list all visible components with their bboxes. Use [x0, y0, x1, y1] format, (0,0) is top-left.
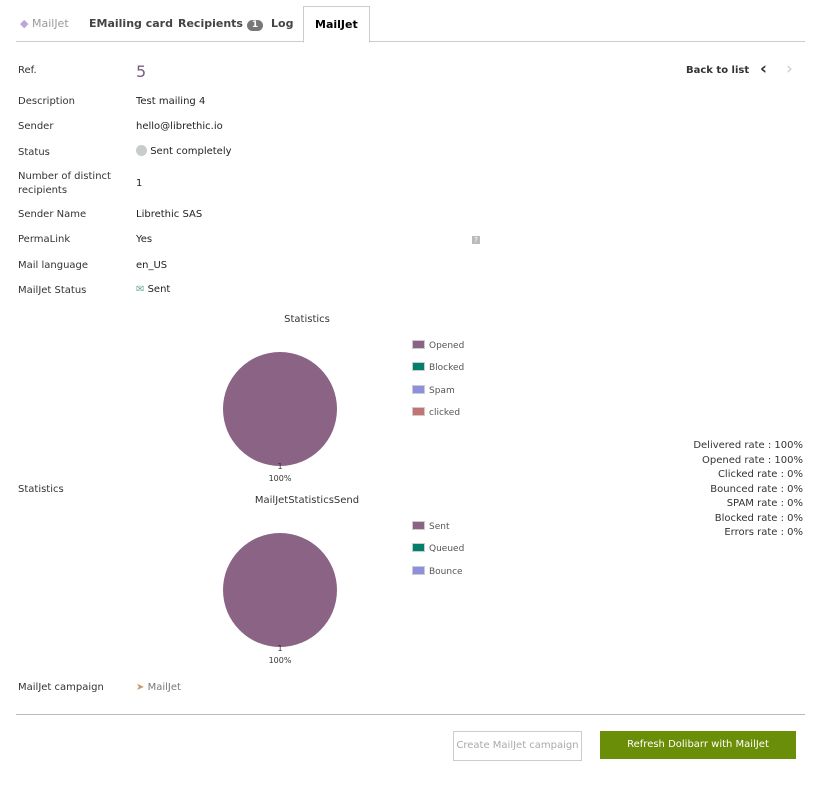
- legend-label: Blocked: [429, 363, 465, 374]
- language-value: en_US: [136, 260, 168, 271]
- sender-name-label: Sender Name: [18, 209, 87, 220]
- status-value: Sent completely: [136, 145, 232, 157]
- language-label: Mail language: [18, 260, 89, 271]
- legend-label: Bounce: [429, 566, 463, 577]
- sender-name-value: Librethic SAS: [136, 209, 203, 220]
- rate-line: Bounced rate : 0%: [710, 483, 803, 495]
- campaign-label: MailJet campaign: [18, 682, 104, 693]
- mailjet-status-value: ✉ Sent: [136, 284, 171, 295]
- rate-line: Blocked rate : 0%: [714, 512, 803, 524]
- permalink-label: PermaLink: [18, 234, 71, 245]
- legend-item: Spam: [412, 384, 455, 396]
- tab-log[interactable]: Log: [271, 6, 293, 41]
- campaign-link[interactable]: ➤ MailJet: [136, 682, 181, 693]
- rate-line: Delivered rate : 100%: [693, 440, 803, 451]
- legend-swatch: [412, 384, 425, 394]
- sender-value: hello@librethic.io: [136, 121, 223, 132]
- chart2-percent-label: 100%: [268, 656, 292, 665]
- chart1-count-label: 1: [277, 462, 283, 471]
- chart2-title: MailJetStatisticsSend: [254, 495, 360, 506]
- previous-arrow-icon[interactable]: ‹: [760, 59, 767, 79]
- tab-mailjet[interactable]: MailJet: [303, 6, 370, 43]
- recipients-label: Number of distinct recipients: [18, 171, 111, 196]
- campaign-icon: ➤: [136, 682, 145, 693]
- rate-line: Opened rate : 100%: [701, 454, 803, 466]
- tab-emailing-card[interactable]: EMailing card: [89, 6, 173, 41]
- sender-label: Sender: [18, 121, 54, 132]
- legend-label: Sent: [429, 522, 450, 532]
- legend-label: Queued: [429, 544, 465, 555]
- legend-item: Queued: [412, 543, 464, 554]
- chart2-count-label: 1: [277, 644, 283, 653]
- legend-item: Blocked: [412, 362, 464, 373]
- legend-item: Sent: [412, 521, 449, 532]
- chart2-slice-sent: [223, 533, 337, 647]
- recipients-value: 1: [136, 178, 143, 189]
- divider: [16, 714, 805, 715]
- statistics-label: Statistics: [18, 484, 64, 495]
- legend-swatch: [412, 565, 425, 575]
- legend-label: Spam: [429, 385, 455, 396]
- next-arrow-icon[interactable]: ›: [786, 59, 793, 79]
- mailjet-icon: ◆: [20, 17, 29, 30]
- ref-label: Ref.: [18, 65, 37, 76]
- recipients-badge: 1: [246, 20, 264, 31]
- legend-item: Bounce: [412, 565, 463, 577]
- rate-line: SPAM rate : 0%: [726, 498, 803, 509]
- create-campaign-button[interactable]: Create MailJet campaign: [453, 731, 582, 761]
- help-icon[interactable]: ?: [472, 236, 480, 244]
- description-label: Description: [18, 96, 75, 107]
- legend-label: clicked: [429, 407, 461, 418]
- legend-swatch: [412, 406, 425, 416]
- permalink-value: Yes: [136, 234, 153, 245]
- chart1-slice-opened: [223, 352, 337, 466]
- chart1-title: Statistics: [284, 314, 330, 325]
- chart2-svg: [223, 533, 337, 647]
- back-to-list-link[interactable]: Back to list: [686, 65, 749, 76]
- tab-bar: ◆ MailJet EMailing card Recipients 1 Log…: [16, 6, 805, 43]
- refresh-statistics-button[interactable]: Refresh Dolibarr with MailJet statistiqu…: [600, 731, 796, 778]
- rate-line: Clicked rate : 0%: [717, 469, 803, 480]
- legend-item: clicked: [412, 406, 461, 418]
- status-circle-icon: [136, 145, 147, 156]
- legend-swatch: [412, 340, 425, 349]
- sent-envelope-icon: ✉: [136, 284, 145, 295]
- description-value: Test mailing 4: [136, 96, 206, 107]
- mailjet-status-label: MailJet Status: [18, 285, 87, 296]
- legend-item: Opened: [412, 340, 464, 351]
- ref-value: 5: [136, 62, 147, 81]
- rate-line: Errors rate : 0%: [724, 527, 803, 538]
- status-label: Status: [18, 147, 50, 158]
- chart1-percent-label: 100%: [268, 474, 292, 483]
- tab-recipients[interactable]: Recipients 1: [178, 6, 264, 41]
- legend-swatch: [412, 543, 425, 553]
- legend-swatch: [412, 521, 425, 530]
- legend-label: Opened: [429, 341, 465, 351]
- tab-mailjet-logo[interactable]: ◆ MailJet: [20, 6, 69, 41]
- legend-swatch: [412, 362, 425, 372]
- chart1-svg: [223, 352, 337, 466]
